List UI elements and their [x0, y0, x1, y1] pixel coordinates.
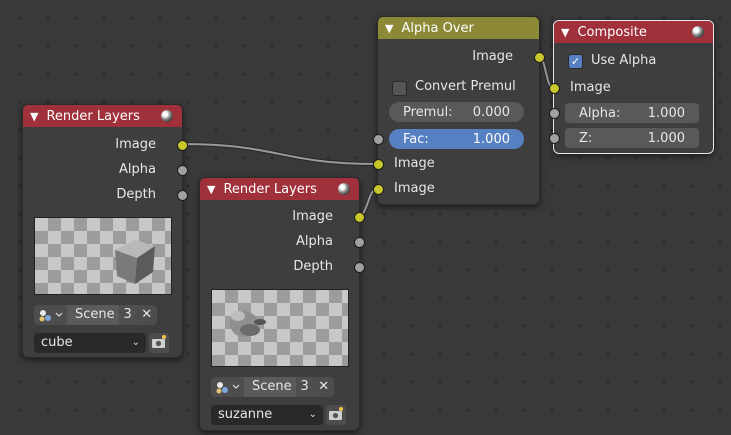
collapse-triangle-icon[interactable]: ▼ [561, 26, 569, 39]
fac-label: Fac: [403, 131, 429, 147]
convert-premul-checkbox[interactable] [392, 81, 407, 96]
layer-name: cube [41, 335, 73, 350]
node-title: Render Layers [223, 181, 317, 197]
scene-user-count[interactable]: 3 [295, 377, 314, 397]
socket-alpha-in[interactable] [549, 108, 560, 119]
use-alpha-label: Use Alpha [591, 53, 657, 68]
collapse-triangle-icon[interactable]: ▼ [30, 110, 38, 123]
socket-image-in-1[interactable] [373, 159, 384, 170]
z-label: Z: [579, 130, 593, 146]
output-image: Image [472, 49, 513, 64]
node-title: Composite [577, 24, 647, 40]
scene-icon [216, 382, 240, 394]
socket-image-out[interactable] [534, 52, 545, 63]
scene-unlink-button[interactable]: ✕ [313, 377, 334, 397]
scene-selector[interactable]: Scene 3 ✕ [34, 305, 157, 325]
premul-slider[interactable]: Premul: 0.000 [389, 102, 524, 122]
cube-preview-icon [115, 240, 155, 284]
socket-image-in[interactable] [549, 83, 560, 94]
input-image-2: Image [394, 181, 435, 196]
collapse-triangle-icon[interactable]: ▼ [207, 183, 215, 196]
chevron-down-icon: ⌄ [131, 337, 140, 348]
socket-image-out[interactable] [177, 140, 188, 151]
scene-browse-button[interactable] [34, 305, 67, 325]
camera-icon [329, 407, 343, 420]
node-header[interactable]: ▼ Alpha Over [378, 17, 539, 39]
scene-browse-button[interactable] [211, 377, 244, 397]
render-layer-button[interactable] [149, 333, 169, 353]
preview-sphere-icon[interactable] [161, 110, 173, 122]
scene-name[interactable]: Scene [67, 305, 119, 325]
preview-sphere-icon[interactable] [338, 183, 350, 195]
socket-alpha-out[interactable] [177, 165, 188, 176]
socket-image-out[interactable] [354, 212, 365, 223]
z-field[interactable]: Z: 1.000 [565, 128, 699, 148]
alpha-over-node[interactable]: ▼ Alpha Over Image Convert Premul Premul… [373, 16, 545, 205]
fac-slider[interactable]: Fac: 1.000 [389, 129, 524, 149]
node-title: Render Layers [46, 108, 140, 124]
output-image: Image [115, 137, 156, 152]
render-preview-image [211, 289, 349, 367]
socket-depth-out[interactable] [177, 190, 188, 201]
render-layers-node-cube[interactable]: ▼ Render Layers Image Alpha Depth Scene … [22, 104, 188, 358]
output-image: Image [292, 209, 333, 224]
input-image-1: Image [394, 156, 435, 171]
output-depth: Depth [116, 187, 156, 202]
output-depth: Depth [293, 259, 333, 274]
alpha-field[interactable]: Alpha: 1.000 [565, 103, 699, 123]
alpha-value: 1.000 [647, 105, 685, 121]
chevron-down-icon: ⌄ [308, 409, 317, 420]
socket-alpha-out[interactable] [354, 237, 365, 248]
node-header[interactable]: ▼ Composite [554, 21, 713, 43]
socket-z-in[interactable] [549, 133, 560, 144]
z-value: 1.000 [647, 130, 685, 146]
render-preview-image [34, 217, 172, 295]
scene-name[interactable]: Scene [244, 377, 296, 397]
layer-dropdown[interactable]: suzanne ⌄ [211, 405, 323, 425]
scene-icon [39, 310, 63, 322]
scene-unlink-button[interactable]: ✕ [136, 305, 157, 325]
composite-node[interactable]: ▼ Composite ✓ Use Alpha Image Alpha: 1.0… [549, 20, 714, 154]
collapse-triangle-icon[interactable]: ▼ [385, 22, 393, 35]
render-layers-node-suzanne[interactable]: ▼ Render Layers Image Alpha Depth Scene … [199, 177, 365, 431]
link-render1-alphaover [180, 143, 378, 165]
preview-sphere-icon[interactable] [692, 26, 704, 38]
node-title: Alpha Over [401, 20, 474, 36]
premul-value: 0.000 [472, 104, 510, 120]
socket-depth-out[interactable] [354, 262, 365, 273]
input-image: Image [570, 80, 611, 95]
socket-fac-in[interactable] [373, 134, 384, 145]
camera-icon [152, 335, 166, 348]
layer-name: suzanne [218, 407, 273, 422]
node-header[interactable]: ▼ Render Layers [23, 105, 182, 127]
node-header[interactable]: ▼ Render Layers [200, 178, 359, 200]
output-alpha: Alpha [119, 162, 156, 177]
scene-selector[interactable]: Scene 3 ✕ [211, 377, 334, 397]
use-alpha-checkbox[interactable]: ✓ [568, 54, 583, 69]
layer-dropdown[interactable]: cube ⌄ [34, 333, 146, 353]
alpha-label: Alpha: [579, 105, 621, 121]
premul-label: Premul: [403, 104, 453, 120]
socket-image-in-2[interactable] [373, 184, 384, 195]
render-layer-button[interactable] [326, 405, 346, 425]
suzanne-preview-icon [230, 311, 266, 337]
output-alpha: Alpha [296, 234, 333, 249]
convert-premul-label: Convert Premul [415, 79, 516, 94]
scene-user-count[interactable]: 3 [118, 305, 137, 325]
fac-value: 1.000 [472, 131, 510, 147]
